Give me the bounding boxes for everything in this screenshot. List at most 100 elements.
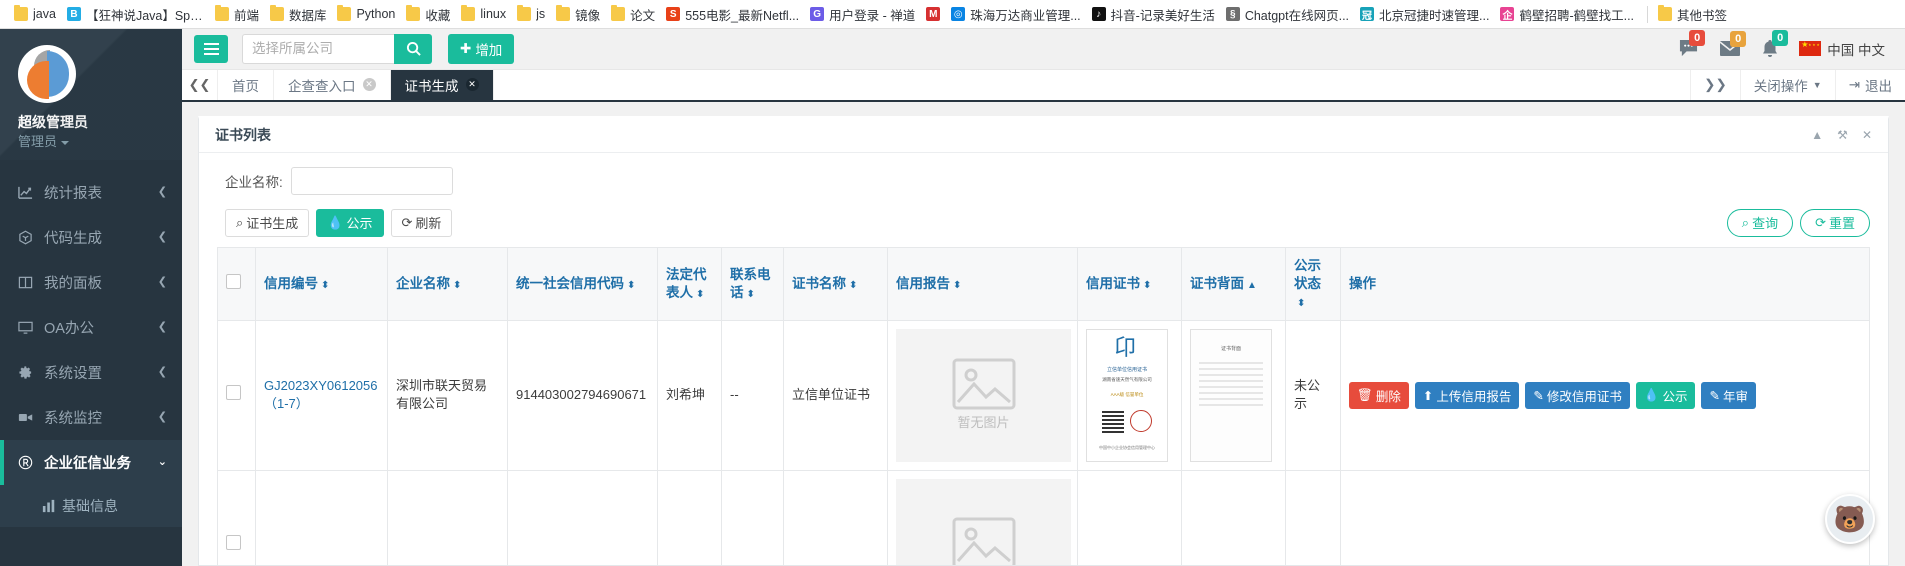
wrench-icon[interactable]: ⚒ [1837, 128, 1848, 142]
search-icon[interactable] [394, 33, 432, 64]
credit-certificate-thumbnail[interactable]: 卬立信单位信用证书 湖南省速天然气有限公司 AAA级 信誉单位 中国中小企业协会信用管… [1086, 328, 1168, 462]
action-upload-button[interactable]: ⬆ 上传信用报告 [1414, 381, 1520, 409]
browser-bookmarks-bar[interactable]: java B 【狂神说Java】Spr... 前端 数据库 Python 收藏 linux js… [0, 0, 1905, 29]
table-row[interactable]: GJ2023XY0612056（1-7） 深圳市联天贸易有限公司 914403002… [217, 319, 1870, 471]
column-header-7[interactable]: 信用报告 ⬍ [887, 246, 1078, 321]
company-name-input[interactable] [290, 166, 453, 195]
certificate-back-thumbnail[interactable]: 证书背面 [1190, 328, 1272, 462]
bookmark-label: 北京冠捷时速管理... [1379, 8, 1490, 23]
messages-icon[interactable]: 0 [1678, 30, 1706, 58]
search-plus-icon: ⌕ [236, 214, 244, 230]
bookmark-item[interactable]: 论文 [607, 2, 662, 26]
search-input[interactable] [242, 33, 394, 64]
bookmark-item[interactable]: Python [333, 2, 402, 26]
column-header-1[interactable]: 信用编号 ⬍ [255, 246, 388, 321]
column-header-11: 操作 [1340, 246, 1870, 321]
close-icon[interactable]: ✕ [362, 78, 376, 92]
sidebar-subitem-1[interactable]: 基础信息 [0, 485, 182, 527]
action-edit-button[interactable]: ✎ 年审 [1701, 381, 1756, 409]
generate-certificate-button[interactable]: ⌕ 证书生成 [225, 208, 310, 237]
close-icon[interactable]: ✕ [1862, 128, 1872, 142]
language-selector[interactable]: 中国 中文 [1799, 39, 1885, 59]
column-header-10[interactable]: 公示状态 ⬍ [1285, 246, 1341, 321]
close-operations-menu[interactable]: 关闭操作 ▼ [1739, 69, 1835, 100]
cell-actions: 🗑 删除 ⬆ 上传信用报告 ✎ 修改信用证书 💧 公示 ✎ 年审 [1340, 319, 1870, 471]
row-checkbox[interactable] [226, 535, 241, 551]
tab-1[interactable]: 首页 [218, 69, 274, 100]
credit-report-placeholder[interactable]: 暂无图片 [896, 328, 1071, 462]
table-scroll-container[interactable]: 信用编号 ⬍ 企业名称 ⬍ 统一社会信用代码 ⬍ 法定代表人 ⬍ 联系电话 ⬍ 证书名称 ⬍ 信用报告 ⬍… [217, 246, 1870, 565]
sidebar-item-2[interactable]: 代码生成 ❮ [0, 215, 182, 260]
hamburger-icon[interactable] [194, 34, 228, 63]
column-header-9[interactable]: 证书背面 ▲ [1181, 246, 1286, 321]
edit-icon: ✎ [1533, 388, 1544, 403]
sidebar-item-7[interactable]: 企业征信业务 ⌄ [0, 440, 182, 485]
bookmark-label: 鹤壁招聘-鹤壁找工... [1519, 8, 1635, 23]
select-all-checkbox[interactable] [226, 273, 241, 289]
sidebar-item-3[interactable]: 我的面板 ❮ [0, 260, 182, 305]
column-header-3[interactable]: 统一社会信用代码 ⬍ [507, 246, 658, 321]
reset-button[interactable]: ⟳ 重置 [1800, 208, 1870, 237]
sidebar-item-1[interactable]: 统计报表 ❮ [0, 170, 182, 215]
bookmark-item[interactable]: § Chatgpt在线网页... [1222, 2, 1356, 26]
bookmark-item[interactable]: 镜像 [552, 2, 607, 26]
envelope-icon[interactable]: 0 [1719, 31, 1747, 57]
bookmark-other[interactable]: 其他书签 [1654, 2, 1734, 26]
tab-scroll-right[interactable]: ❯❯ [1690, 69, 1740, 100]
sidebar-item-label: 系统监控 [44, 411, 102, 427]
sidebar-item-label: 企业征信业务 [44, 456, 131, 472]
bookmark-item[interactable]: S 555电影_最新Netfl... [662, 2, 806, 26]
bookmark-item[interactable]: 企鹤壁招聘-鹤壁找工... [1496, 2, 1641, 26]
bookmark-item[interactable]: 收藏 [402, 2, 457, 26]
credit-no-link[interactable]: GJ2023XY0612056（1-7） [264, 378, 377, 411]
bookmark-item[interactable]: 冠北京冠捷时速管理... [1356, 2, 1496, 26]
tab-2[interactable]: 企查查入口 ✕ [274, 69, 391, 100]
bookmark-item[interactable]: linux [457, 2, 513, 26]
bookmark-item[interactable]: java [10, 2, 63, 26]
bookmark-item[interactable]: 数据库 [266, 2, 334, 26]
bookmark-item[interactable]: ♪ 抖音-记录美好生活 [1088, 2, 1222, 26]
query-button[interactable]: ⌕ 查询 [1726, 208, 1794, 237]
row-checkbox[interactable] [226, 385, 241, 401]
column-header-6[interactable]: 证书名称 ⬍ [783, 246, 888, 321]
bookmark-item[interactable]: js [513, 2, 552, 26]
logout-button[interactable]: ⇥ 退出 [1834, 69, 1905, 100]
sidebar-profile[interactable]: 超级管理员 管理员 [0, 29, 182, 160]
collapse-icon[interactable]: ▲ [1811, 128, 1823, 142]
publicize-button[interactable]: 💧 公示 [316, 208, 384, 237]
sidebar-item-6[interactable]: 系统监控 ❮ [0, 395, 182, 440]
column-label: 信用证书 [1086, 275, 1140, 291]
company-search[interactable] [242, 33, 432, 64]
sidebar-item-4[interactable]: OA办公 ❮ [0, 305, 182, 350]
column-header-2[interactable]: 企业名称 ⬍ [387, 246, 508, 321]
sidebar-item-5[interactable]: 系统设置 ❮ [0, 350, 182, 395]
bookmark-item[interactable]: M [922, 2, 947, 26]
bookmark-item[interactable]: ◎ 珠海万达商业管理... [947, 2, 1087, 26]
double-chevron-left-icon[interactable]: ❮❮ [182, 69, 218, 100]
bookmark-item[interactable]: G 用户登录 - 禅道 [806, 2, 922, 26]
logout-icon: ⇥ [1848, 76, 1860, 92]
refresh-button[interactable]: ⟳ 刷新 [390, 208, 453, 237]
close-icon[interactable]: ✕ [465, 78, 479, 92]
column-header-5[interactable]: 联系电话 ⬍ [721, 246, 784, 321]
action-edit-button[interactable]: ✎ 修改信用证书 [1525, 381, 1630, 409]
table-row[interactable] [217, 469, 1870, 565]
action-droplet-button[interactable]: 💧 公示 [1635, 381, 1696, 409]
column-header-8[interactable]: 信用证书 ⬍ [1077, 246, 1182, 321]
page-title: 证书列表 [215, 127, 271, 144]
column-header-4[interactable]: 法定代表人 ⬍ [657, 246, 722, 321]
upload-icon: ⬆ [1422, 388, 1434, 403]
tabbar-right: ❯❯ 关闭操作 ▼ ⇥ 退出 [1690, 69, 1905, 100]
folder-icon [611, 5, 626, 21]
bookmark-item[interactable]: B 【狂神说Java】Spr... [63, 2, 211, 26]
action-trash-button[interactable]: 🗑 删除 [1349, 381, 1409, 409]
add-button[interactable]: ✚ 增加 [448, 33, 515, 64]
profile-role[interactable]: 管理员 [18, 132, 182, 151]
bookmark-item[interactable]: 前端 [211, 2, 266, 26]
table-toolbar: ⌕ 证书生成 💧 公示 ⟳ 刷新 ⌕ 查询 ⟳ 重置 [217, 208, 1870, 237]
customer-service-icon[interactable]: 🐻 [1825, 494, 1875, 544]
bookmark-label: 论文 [630, 8, 656, 23]
tab-3[interactable]: 证书生成 ✕ [390, 69, 494, 100]
bell-icon[interactable]: 0 [1761, 29, 1789, 59]
credit-report-placeholder[interactable] [896, 478, 1071, 565]
